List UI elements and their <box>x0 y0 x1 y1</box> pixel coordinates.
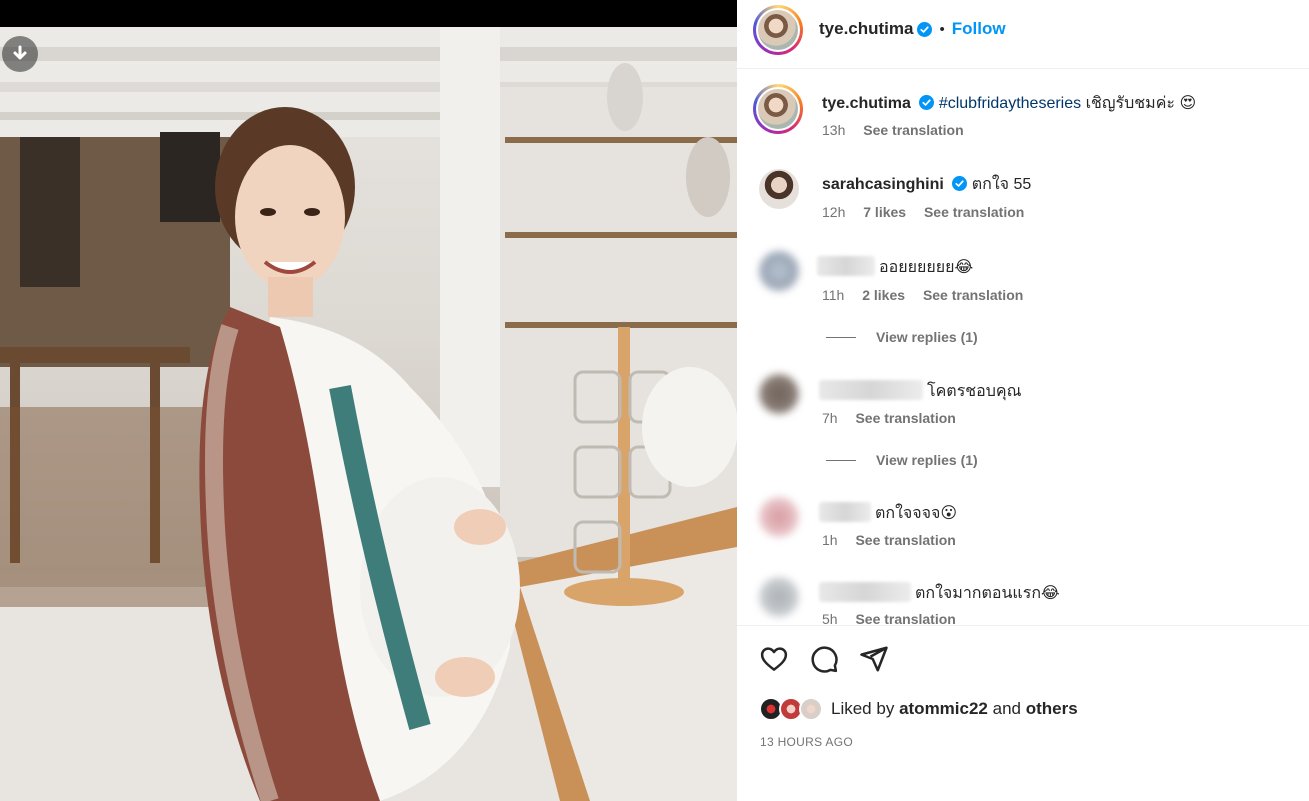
replies-rule <box>826 459 856 461</box>
comment-see-translation[interactable]: See translation <box>855 611 955 625</box>
heart-icon[interactable] <box>759 644 789 674</box>
verified-icon <box>919 95 935 110</box>
comment-body: ออยยยยยย😂 <box>879 259 974 276</box>
comment-see-translation[interactable]: See translation <box>855 532 955 548</box>
caption-hashtag[interactable]: #clubfridaytheseries <box>939 95 1081 112</box>
comment-see-translation[interactable]: See translation <box>923 287 1023 303</box>
comment-body: ตกใจจจจ😮 <box>875 505 958 522</box>
comment-time[interactable]: 11h <box>822 287 844 303</box>
verified-icon <box>952 176 968 191</box>
comment-text: ตกใจจจจ😮 <box>819 501 957 526</box>
verified-icon <box>917 21 933 37</box>
comment-meta: 7h See translation <box>822 410 970 426</box>
follow-button[interactable]: Follow <box>952 19 1006 39</box>
comment-time[interactable]: 5h <box>822 611 838 625</box>
photo-scene <box>0 27 737 801</box>
liked-by-others[interactable]: others <box>1026 699 1078 718</box>
comment-time[interactable]: 1h <box>822 532 838 548</box>
caption-avatar[interactable] <box>753 84 803 134</box>
comment-avatar[interactable] <box>759 577 799 617</box>
view-replies-button[interactable]: View replies (1) <box>826 452 978 468</box>
comment-text: โคตรชอบคุณ <box>819 379 1021 404</box>
comment-body: ตกใจ 55 <box>971 176 1032 193</box>
photo-illustration <box>0 27 737 801</box>
comment-text: sarahcasinghini ตกใจ 55 <box>822 172 1031 197</box>
comment-avatar[interactable] <box>759 497 799 537</box>
comment-username-blurred[interactable] <box>819 582 911 602</box>
comment-username-blurred[interactable] <box>817 256 875 276</box>
comment-meta: 5h See translation <box>822 611 970 625</box>
liker-avatar[interactable] <box>799 697 823 721</box>
post-photo[interactable] <box>0 0 737 801</box>
post-timestamp[interactable]: 13 HOURS AGO <box>760 735 853 749</box>
header-separator: • <box>939 20 945 38</box>
caption-body: เชิญรับชมค่ะ <box>1085 95 1175 112</box>
comment-avatar[interactable] <box>759 251 799 291</box>
liked-by-prefix: Liked by <box>831 699 895 718</box>
comment-text: ออยยยยยย😂 <box>817 255 973 280</box>
comment-see-translation[interactable]: See translation <box>855 410 955 426</box>
comment-icon[interactable] <box>809 644 839 674</box>
comment-likes[interactable]: 7 likes <box>863 204 906 220</box>
caption-text: tye.chutima #clubfridaytheseries เชิญรับ… <box>822 91 1196 116</box>
comment-time[interactable]: 7h <box>822 410 838 426</box>
caption-meta: 13h See translation <box>822 122 978 138</box>
liked-by-summary: Liked by atommic22 and others <box>831 699 1078 719</box>
comment-meta: 1h See translation <box>822 532 970 548</box>
author-avatar[interactable] <box>753 5 803 55</box>
comment-likes[interactable]: 2 likes <box>862 287 905 303</box>
view-replies-button[interactable]: View replies (1) <box>826 329 978 345</box>
liked-by-and: and <box>992 699 1021 718</box>
comments-list[interactable]: tye.chutima #clubfridaytheseries เชิญรับ… <box>737 70 1309 625</box>
caption-time[interactable]: 13h <box>822 122 845 138</box>
comment-username-blurred[interactable] <box>819 502 871 522</box>
comment-meta: 11h 2 likes See translation <box>822 287 1037 303</box>
comment-avatar[interactable] <box>759 169 799 209</box>
caption-see-translation[interactable]: See translation <box>863 122 963 138</box>
download-icon <box>13 45 27 60</box>
comment-meta: 12h 7 likes See translation <box>822 204 1038 220</box>
replies-rule <box>826 336 856 338</box>
header-user-row: tye.chutima • Follow <box>819 19 1006 39</box>
comment-body: ตกใจมากตอนแรก😂 <box>915 585 1060 602</box>
comment-body: โคตรชอบคุณ <box>927 383 1022 400</box>
author-username[interactable]: tye.chutima <box>819 19 913 39</box>
comment-username[interactable]: sarahcasinghini <box>822 176 944 193</box>
comment-time[interactable]: 12h <box>822 204 845 220</box>
comment-text: ตกใจมากตอนแรก😂 <box>819 581 1060 606</box>
share-icon[interactable] <box>859 644 889 674</box>
liked-by-user[interactable]: atommic22 <box>899 699 988 718</box>
post-header: tye.chutima • Follow <box>737 0 1309 69</box>
download-button[interactable] <box>2 36 38 72</box>
comment-see-translation[interactable]: See translation <box>924 204 1024 220</box>
caption-emoji: 😍 <box>1179 95 1197 112</box>
comment-avatar[interactable] <box>759 374 799 414</box>
caption-username[interactable]: tye.chutima <box>822 95 911 112</box>
view-replies-label: View replies (1) <box>876 329 978 345</box>
comment-username-blurred[interactable] <box>819 380 923 400</box>
post-panel: tye.chutima • Follow tye.chutima #clubfr… <box>737 0 1309 801</box>
view-replies-label: View replies (1) <box>876 452 978 468</box>
